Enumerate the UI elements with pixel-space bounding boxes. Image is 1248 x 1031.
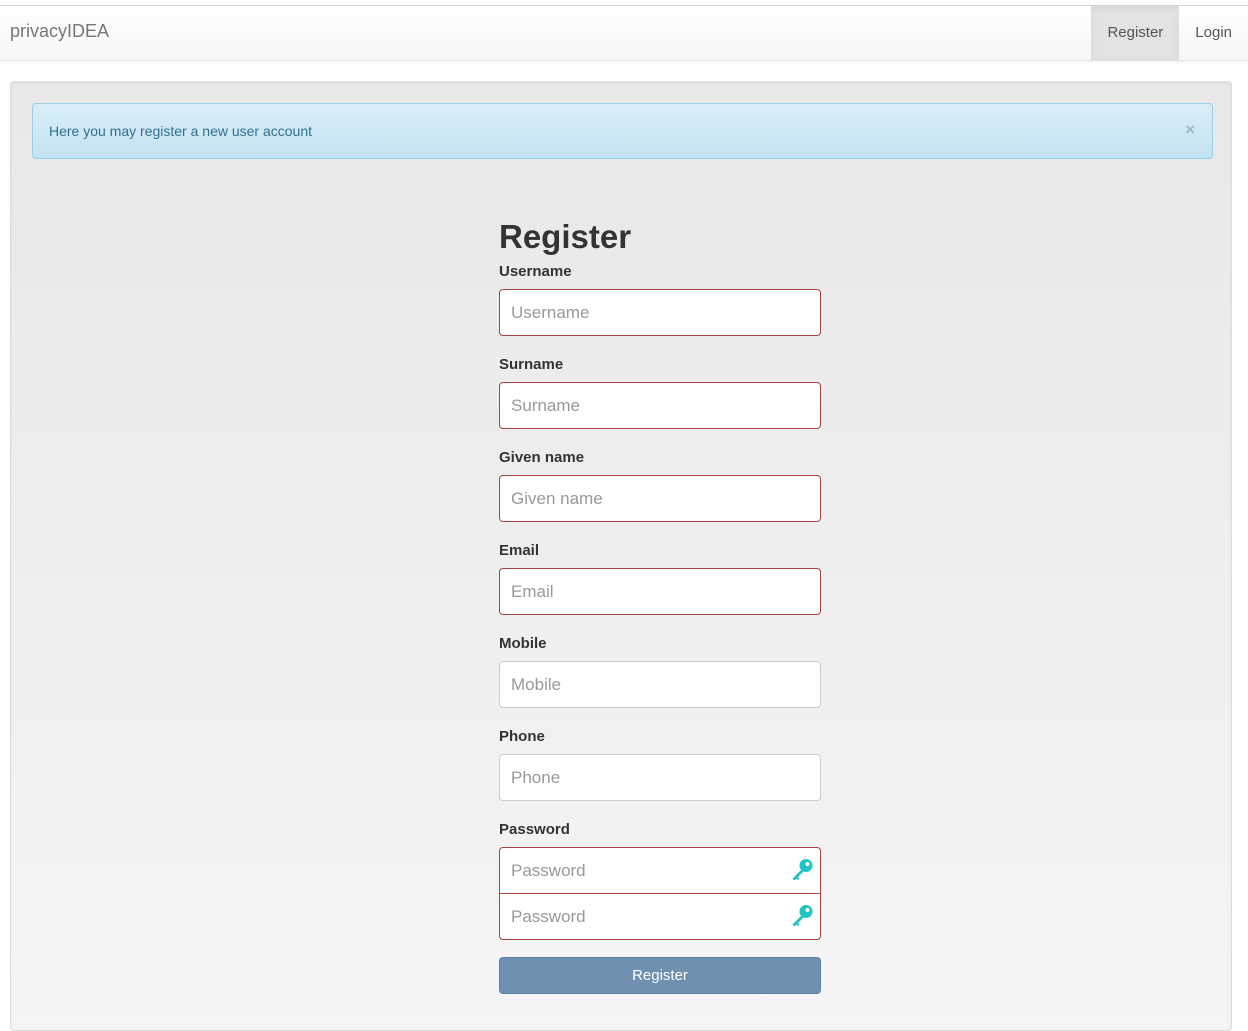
password-input[interactable] (499, 847, 821, 894)
phone-input[interactable] (499, 754, 821, 801)
surname-input[interactable] (499, 382, 821, 429)
password-label: Password (499, 821, 570, 838)
givenname-label: Given name (499, 449, 585, 466)
info-alert: Here you may register a new user account… (32, 103, 1213, 159)
username-input[interactable] (499, 289, 821, 336)
phone-label: Phone (499, 728, 545, 745)
navbar: privacyIDEA Register Login (0, 6, 1248, 61)
password-confirm-input[interactable] (499, 893, 821, 940)
mobile-input[interactable] (499, 661, 821, 708)
nav-links: Register Login (1091, 6, 1248, 60)
password-group (499, 847, 821, 940)
register-submit-button[interactable]: Register (499, 957, 821, 994)
register-form: Register Username Surname Given name Ema… (499, 217, 822, 994)
givenname-input[interactable] (499, 475, 821, 522)
close-icon[interactable]: × (1185, 104, 1195, 156)
surname-label: Surname (499, 356, 564, 373)
mobile-label: Mobile (499, 635, 547, 652)
page-title: Register (499, 218, 632, 255)
alert-message: Here you may register a new user account (49, 123, 313, 139)
nav-register-link[interactable]: Register (1091, 6, 1180, 60)
email-label: Email (499, 542, 540, 559)
email-input[interactable] (499, 568, 821, 615)
key-icon[interactable] (789, 857, 815, 883)
key-icon[interactable] (789, 903, 815, 929)
password-row (499, 847, 821, 894)
nav-login-link[interactable]: Login (1179, 6, 1248, 60)
password-confirm-row (499, 893, 821, 940)
brand-logo-text[interactable]: privacyIDEA (10, 21, 109, 42)
username-label: Username (499, 263, 572, 280)
main-panel: Here you may register a new user account… (10, 81, 1232, 1031)
